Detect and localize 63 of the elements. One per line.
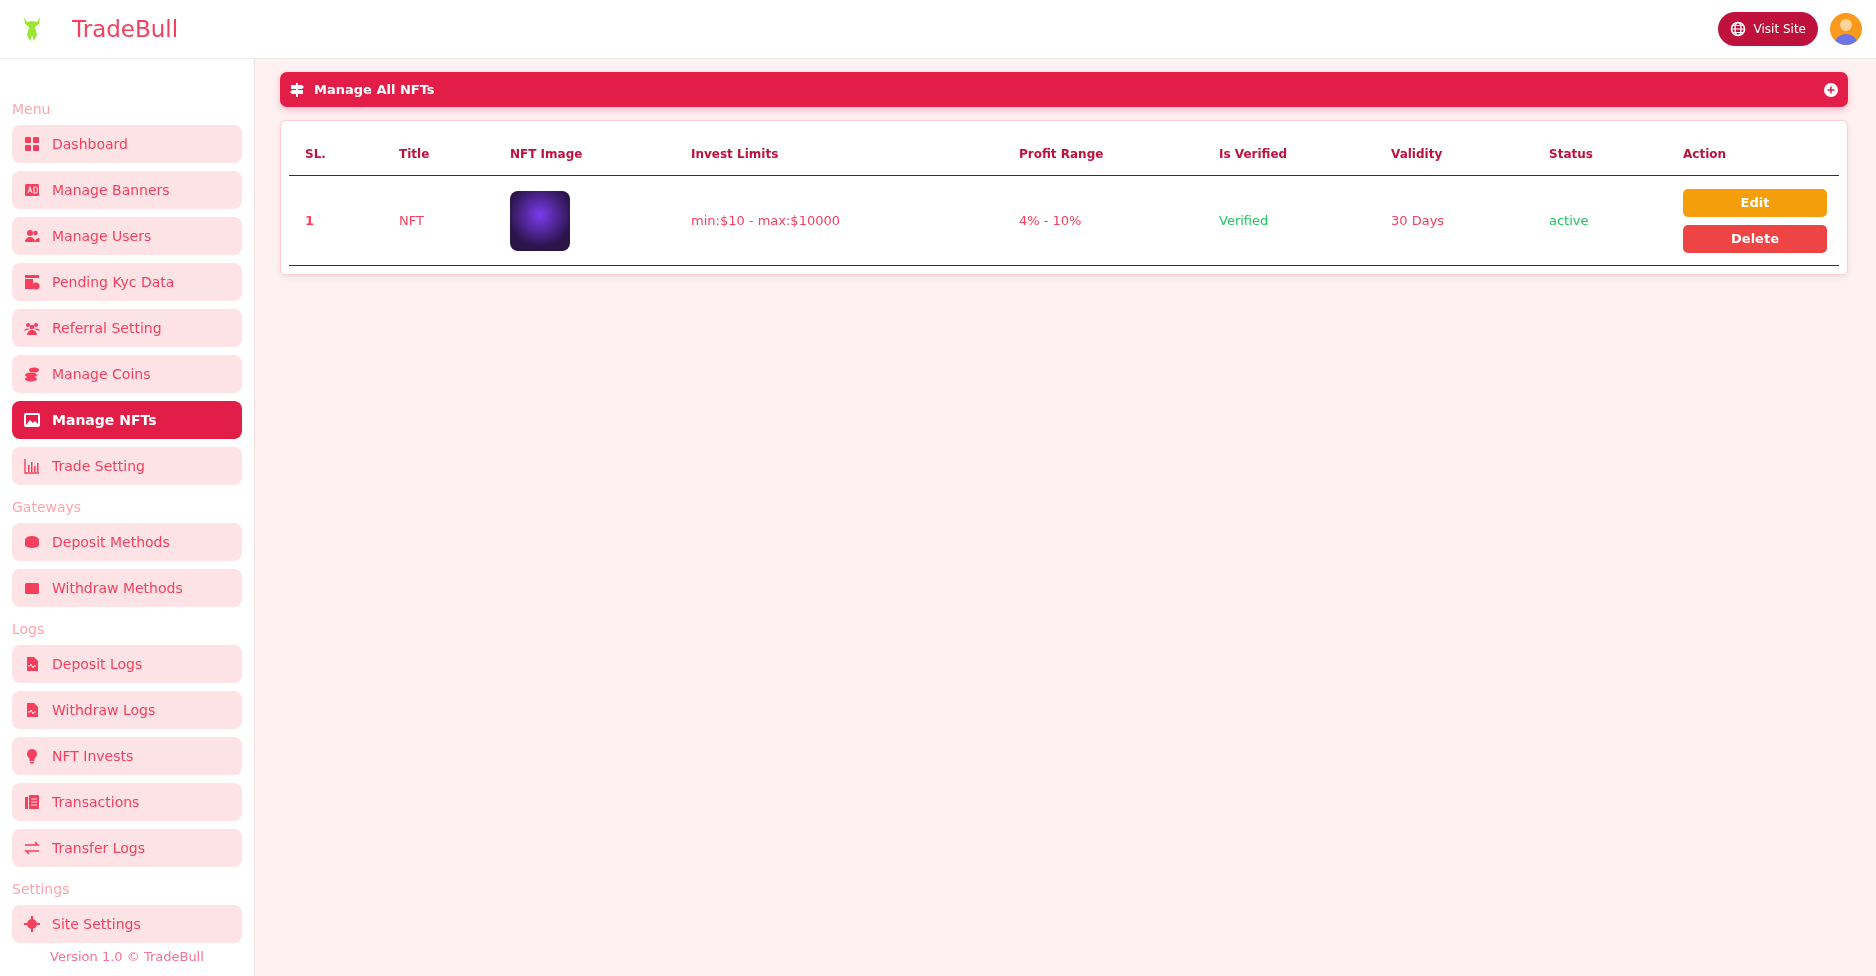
list-icon [24, 794, 40, 810]
column-header: Title [399, 147, 431, 161]
sidebar-item[interactable]: Deposit Logs [12, 645, 242, 683]
column-header: Invest Limits [691, 147, 780, 161]
signpost-icon [290, 82, 304, 97]
image-icon [24, 412, 40, 428]
sidebar-item[interactable]: NFT Invests [12, 737, 242, 775]
edit-button[interactable]: Edit [1683, 188, 1827, 217]
sidebar-item[interactable]: Withdraw Logs [12, 691, 242, 729]
swap-arrows-icon [24, 840, 40, 856]
sidebar-item[interactable]: Withdraw Methods [12, 569, 242, 607]
table-cell-text: Verified [1219, 213, 1270, 228]
section-label: Gateways [12, 499, 83, 515]
file-pulse-icon [24, 656, 40, 672]
column-header: Status [1549, 147, 1594, 161]
sidebar-item[interactable]: Deposit Methods [12, 523, 242, 561]
coins-icon [24, 366, 40, 382]
grid-icon [24, 136, 40, 152]
panel-title: Manage All NFTs [314, 82, 435, 97]
file-pulse-icon [24, 702, 40, 718]
globe-icon [1729, 21, 1746, 37]
section-label: Menu [12, 101, 52, 117]
table-cell-text: min:$10 - max:$10000 [691, 213, 841, 228]
users-icon [24, 228, 40, 244]
calendar-check-icon [24, 274, 40, 290]
version-text: Version 1.0 © TradeBull [50, 949, 205, 964]
brand-name[interactable]: TradeBull [72, 16, 179, 42]
sidebar-item[interactable]: Dashboard [12, 125, 242, 163]
table-cell-text: 30 Days [1391, 213, 1446, 228]
sidebar-item[interactable]: Manage Users [12, 217, 242, 255]
wallet-icon [24, 580, 40, 596]
table-cell-text: NFT [399, 213, 425, 228]
sidebar-item[interactable]: Transfer Logs [12, 829, 242, 867]
sidebar-item[interactable]: Transactions [12, 783, 242, 821]
group-icon [24, 320, 40, 336]
sidebar-item[interactable]: Pending Kyc Data [12, 263, 242, 301]
sidebar-item[interactable]: Site Settings [12, 905, 242, 943]
column-header: NFT Image [510, 147, 584, 161]
table-cell-text: 1 [305, 213, 316, 228]
visit-site-button[interactable]: Visit Site [1717, 12, 1818, 46]
table-cell-text: active [1549, 213, 1590, 228]
sidebar-item[interactable]: Referral Setting [12, 309, 242, 347]
bar-chart-icon [24, 458, 40, 474]
ad-icon [24, 182, 40, 198]
avatar-icon[interactable] [1830, 13, 1862, 45]
delete-button[interactable]: Delete [1683, 224, 1827, 253]
sidebar-item[interactable]: Trade Setting [12, 447, 242, 485]
bulb-icon [24, 748, 40, 764]
table-cell-text: 4% - 10% [1019, 213, 1083, 228]
sidebar-item[interactable]: Manage NFTs [12, 401, 242, 439]
section-label: Settings [12, 881, 71, 897]
column-header: SL. [305, 147, 327, 161]
add-icon[interactable] [1824, 82, 1838, 97]
settings-icon [24, 916, 40, 932]
column-header: Is Verified [1219, 147, 1289, 161]
column-header: Validity [1391, 147, 1444, 161]
sidebar-item[interactable]: Manage Banners [12, 171, 242, 209]
section-label: Logs [12, 621, 46, 637]
column-header: Action [1683, 147, 1728, 161]
nft-image-placeholder [510, 190, 570, 251]
sidebar-item[interactable]: Manage Coins [12, 355, 242, 393]
coin-icon [24, 534, 40, 550]
column-header: Profit Range [1019, 147, 1105, 161]
